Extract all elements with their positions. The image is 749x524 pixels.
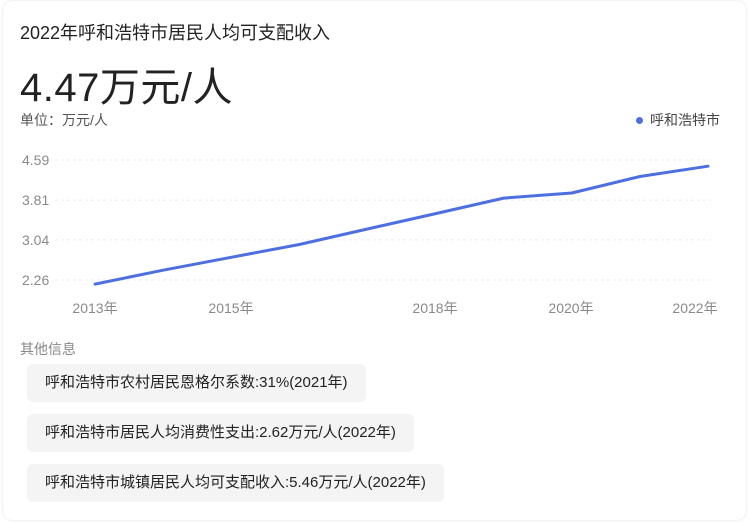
x-tick-label: 2015年 (208, 300, 253, 316)
line-chart: 4.59 3.81 3.04 2.26 2013年 2015年 2018年 2020年 202… (22, 152, 718, 316)
y-axis-ticks: 4.59 3.81 3.04 2.26 (22, 152, 49, 288)
info-chip[interactable]: 呼和浩特市农村居民恩格尔系数:31%(2021年) (27, 364, 366, 402)
legend-dot-icon (636, 116, 643, 124)
series-line[interactable] (93, 164, 710, 286)
stat-card: 2022年呼和浩特市居民人均可支配收入 4.47万元/人 单位：万元/人 呼和浩… (3, 1, 746, 520)
legend-label: 呼和浩特市 (650, 112, 720, 128)
x-tick-label: 2020年 (548, 300, 593, 316)
chart-grid (55, 159, 711, 281)
x-tick-label: 2022年 (672, 300, 717, 316)
headline-value: 4.47万元/人 (20, 66, 233, 110)
other-info-title: 其他信息 (20, 341, 76, 357)
x-axis-ticks: 2013年 2015年 2018年 2020年 2022年 (72, 300, 717, 316)
info-chip[interactable]: 呼和浩特市居民人均消费性支出:2.62万元/人(2022年) (27, 414, 414, 452)
unit-label: 单位：万元/人 (20, 112, 108, 128)
info-chip[interactable]: 呼和浩特市城镇居民人均可支配收入:5.46万元/人(2022年) (27, 464, 444, 502)
y-tick-label: 4.59 (22, 152, 49, 168)
card-title: 2022年呼和浩特市居民人均可支配收入 (20, 23, 331, 43)
chart-legend[interactable]: 呼和浩特市 (636, 110, 720, 130)
y-tick-label: 2.26 (22, 272, 49, 288)
x-tick-label: 2013年 (72, 300, 117, 316)
y-tick-label: 3.81 (22, 192, 49, 208)
x-tick-label: 2018年 (412, 300, 457, 316)
y-tick-label: 3.04 (22, 232, 49, 248)
